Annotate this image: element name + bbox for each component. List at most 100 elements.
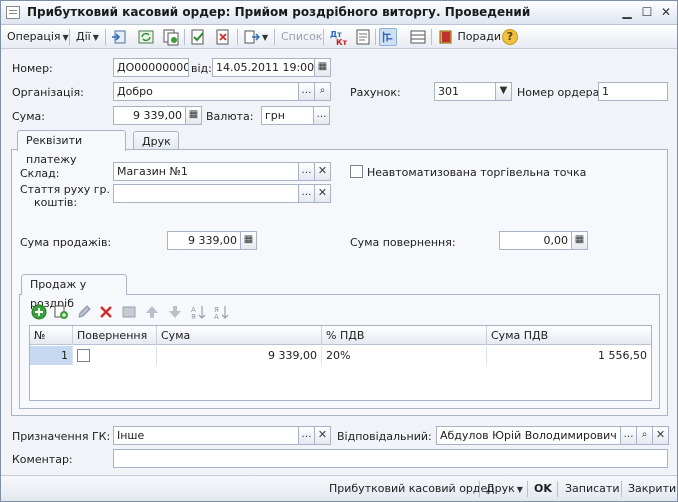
vat-rate-cell[interactable]: 20% <box>322 346 487 365</box>
account-field[interactable]: 301 <box>434 82 496 101</box>
close-button[interactable]: Закрити <box>628 482 676 495</box>
sum-label: Сума: <box>12 110 45 123</box>
table-row[interactable]: 1 9 339,00 20% 1 556,50 <box>30 346 651 365</box>
toolbar-divider <box>69 29 70 45</box>
select-button[interactable]: … <box>298 426 315 445</box>
print-document-button[interactable]: Прибутковий касовий ордер <box>329 482 494 495</box>
operation-menu-label: Операція <box>7 30 61 43</box>
end-edit-icon[interactable] <box>121 304 137 320</box>
number-label: Номер: <box>12 62 53 75</box>
chevron-down-icon: ▼ <box>262 33 269 42</box>
operation-menu[interactable]: Операція ▼ <box>7 28 69 46</box>
toolbar-divider <box>431 29 432 45</box>
table-header: № Повернення Сума % ПДВ Сума ПДВ <box>30 326 651 345</box>
return-sum-field[interactable]: 0,00 <box>499 231 572 250</box>
post-document-icon[interactable] <box>189 28 207 46</box>
column-header-sum[interactable]: Сума <box>157 326 322 345</box>
cashflow-field[interactable] <box>113 184 299 203</box>
select-button[interactable]: … <box>298 184 315 203</box>
account-label: Рахунок: <box>350 86 401 99</box>
book-icon <box>439 30 452 44</box>
actions-menu[interactable]: Дії ▼ <box>76 28 99 46</box>
edit-row-icon[interactable] <box>76 304 92 320</box>
chevron-down-icon: ▼ <box>62 33 69 42</box>
go-to-icon[interactable] <box>111 28 129 46</box>
order-number-field[interactable]: 1 <box>598 82 668 101</box>
clear-icon[interactable]: ✕ <box>314 162 331 181</box>
move-up-icon[interactable] <box>144 304 160 320</box>
column-header-vat-sum[interactable]: Сума ПДВ <box>487 326 651 345</box>
report-icon[interactable] <box>354 28 372 46</box>
number-field[interactable]: ДО000000001 <box>113 58 189 77</box>
search-icon[interactable]: ⌕ <box>314 82 331 101</box>
close-icon[interactable]: ✕ <box>658 5 674 20</box>
maximize-icon[interactable]: ☐ <box>639 5 655 20</box>
print-menu-label: Друк <box>486 482 515 495</box>
select-button[interactable]: … <box>298 162 315 181</box>
refresh-icon[interactable] <box>137 28 155 46</box>
based-on-menu[interactable]: ▼ <box>244 28 268 46</box>
print-menu[interactable]: Друк ▼ <box>486 482 523 495</box>
calendar-icon[interactable]: ▦ <box>314 58 331 77</box>
calculator-icon[interactable]: ▦ <box>571 231 588 250</box>
svg-text:A: A <box>214 313 219 320</box>
minimize-icon[interactable]: ▁ <box>619 5 635 20</box>
unpost-document-icon[interactable] <box>214 28 232 46</box>
sort-descending-icon[interactable]: ЯA <box>213 304 229 320</box>
list-button[interactable]: Список <box>281 28 322 46</box>
from-label: від: <box>191 62 212 75</box>
organization-field[interactable]: Добро <box>113 82 299 101</box>
warehouse-field[interactable]: Магазин №1 <box>113 162 299 181</box>
vat-sum-cell[interactable]: 1 556,50 <box>487 346 651 365</box>
calculator-icon[interactable]: ▦ <box>240 231 257 250</box>
return-checkbox[interactable] <box>77 349 90 362</box>
organization-label: Організація: <box>12 86 84 99</box>
chevron-down-icon[interactable]: ▼ <box>495 82 512 101</box>
row-number: 1 <box>30 346 73 365</box>
sum-cell[interactable]: 9 339,00 <box>157 346 322 365</box>
copy-row-icon[interactable] <box>53 304 69 320</box>
move-down-icon[interactable] <box>167 304 183 320</box>
tab-payment-details[interactable]: Реквізити платежу <box>17 130 126 166</box>
tab-print[interactable]: Друк <box>133 131 179 151</box>
bottom-divider <box>527 481 528 497</box>
currency-field[interactable]: грн <box>261 106 314 125</box>
ok-button[interactable]: OK <box>534 482 552 495</box>
clear-icon[interactable]: ✕ <box>314 184 331 203</box>
clear-icon[interactable]: ✕ <box>652 426 669 445</box>
search-icon[interactable]: ⌕ <box>636 426 653 445</box>
return-cell[interactable] <box>73 346 157 365</box>
select-button[interactable]: … <box>298 82 315 101</box>
warehouse-label: Склад: <box>20 167 60 180</box>
select-button[interactable]: … <box>620 426 637 445</box>
purpose-field[interactable]: Інше <box>113 426 299 445</box>
copy-document-icon[interactable] <box>162 28 180 46</box>
sales-sum-field[interactable]: 9 339,00 <box>167 231 241 250</box>
sum-field[interactable]: 9 339,00 <box>113 106 186 125</box>
save-button[interactable]: Записати <box>565 482 619 495</box>
select-button[interactable]: … <box>313 106 330 125</box>
column-header-number[interactable]: № <box>30 326 73 345</box>
calculator-icon[interactable]: ▦ <box>185 106 202 125</box>
column-header-vat-rate[interactable]: % ПДВ <box>322 326 487 345</box>
clear-icon[interactable]: ✕ <box>314 426 331 445</box>
bottom-divider <box>557 481 558 497</box>
tab-retail-sales[interactable]: Продаж у роздріб <box>21 274 127 310</box>
structure-icon[interactable] <box>379 28 397 46</box>
debit-credit-icon[interactable]: ДтКт <box>329 28 347 46</box>
sort-ascending-icon[interactable]: AЯ <box>190 304 206 320</box>
comment-field[interactable] <box>113 449 668 468</box>
responsible-field[interactable]: Абдулов Юрій Володимирович <box>436 426 621 445</box>
delete-row-icon[interactable] <box>98 304 114 320</box>
document-icon <box>6 6 20 19</box>
columns-icon[interactable] <box>409 28 427 46</box>
retail-sales-table[interactable]: № Повернення Сума % ПДВ Сума ПДВ 1 9 339… <box>29 325 652 401</box>
date-field[interactable]: 14.05.2011 19:00:00 <box>212 58 315 77</box>
chevron-down-icon: ▼ <box>516 485 523 494</box>
advice-button[interactable]: Поради <box>438 28 501 46</box>
non-automated-checkbox[interactable] <box>350 165 363 178</box>
add-row-icon[interactable] <box>31 304 47 320</box>
comment-label: Коментар: <box>12 453 73 466</box>
column-header-return[interactable]: Повернення <box>73 326 157 345</box>
help-icon[interactable]: ? <box>502 29 518 45</box>
